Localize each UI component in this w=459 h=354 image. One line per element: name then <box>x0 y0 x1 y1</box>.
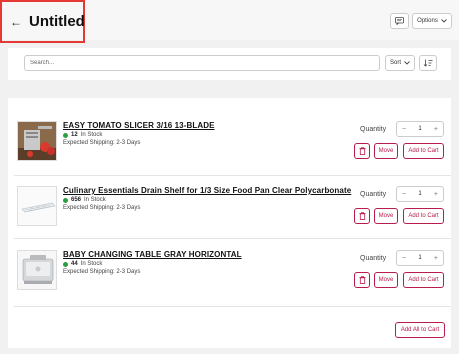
sort-descending-icon <box>423 59 433 67</box>
add-to-cart-button[interactable]: Add to Cart <box>403 208 444 224</box>
search-toolbar: Sort <box>8 48 451 80</box>
title-area: ← Untitled <box>0 0 85 43</box>
sort-dropdown[interactable]: Sort <box>385 55 415 71</box>
comment-button[interactable] <box>390 13 409 29</box>
product-name-link[interactable]: BABY CHANGING TABLE GRAY HORIZONTAL <box>63 250 242 259</box>
stock-count: 12 <box>71 132 78 138</box>
header-bar: ← Untitled Options <box>0 0 459 43</box>
shipping-estimate: Expected Shipping: 2-3 Days <box>63 205 141 211</box>
divider <box>14 238 451 239</box>
delete-button[interactable] <box>354 143 370 159</box>
page-title[interactable]: Untitled <box>29 13 85 30</box>
add-to-cart-button[interactable]: Add to Cart <box>403 143 444 159</box>
options-dropdown[interactable]: Options <box>412 13 452 29</box>
chevron-down-icon <box>441 19 447 23</box>
stock-status: 12 In Stock <box>63 132 102 138</box>
quantity-stepper[interactable]: − 1 + <box>396 121 444 137</box>
list-item: BABY CHANGING TABLE GRAY HORIZONTAL 44 I… <box>8 250 451 312</box>
quantity-stepper[interactable]: − 1 + <box>396 186 444 202</box>
shipping-estimate: Expected Shipping: 2-3 Days <box>63 140 141 146</box>
comment-icon <box>395 17 404 25</box>
stock-count: 656 <box>71 197 82 203</box>
sort-direction-button[interactable] <box>419 55 437 71</box>
stock-text: In Stock <box>84 197 106 203</box>
list-item: EASY TOMATO SLICER 3/16 13-BLADE 12 In S… <box>8 121 451 183</box>
product-image[interactable] <box>17 121 57 161</box>
product-name-link[interactable]: Culinary Essentials Drain Shelf for 1/3 … <box>63 186 351 195</box>
tomato-slicer-image <box>18 122 56 160</box>
minus-icon[interactable]: − <box>402 255 406 262</box>
options-label: Options <box>417 18 438 24</box>
move-button[interactable]: Move <box>374 208 398 224</box>
plus-icon[interactable]: + <box>434 126 438 133</box>
trash-icon <box>359 276 365 284</box>
sort-label: Sort <box>389 60 401 66</box>
stock-text: In Stock <box>80 132 103 138</box>
move-button[interactable]: Move <box>374 143 398 159</box>
shipping-estimate: Expected Shipping: 2-3 Days <box>63 269 141 275</box>
in-stock-dot-icon <box>63 197 68 203</box>
divider <box>14 175 451 176</box>
quantity-value[interactable]: 1 <box>418 255 421 261</box>
quantity-label: Quantity <box>360 255 387 262</box>
move-button[interactable]: Move <box>374 272 398 288</box>
plus-icon[interactable]: + <box>434 255 438 262</box>
in-stock-dot-icon <box>63 261 68 267</box>
wishlist-items: EASY TOMATO SLICER 3/16 13-BLADE 12 In S… <box>8 98 451 348</box>
product-image[interactable] <box>17 250 57 290</box>
quantity-value[interactable]: 1 <box>418 126 421 132</box>
divider <box>14 306 451 307</box>
drain-shelf-image <box>18 187 56 225</box>
minus-icon[interactable]: − <box>402 126 406 133</box>
quantity-label: Quantity <box>360 191 387 198</box>
search-input[interactable] <box>24 55 380 71</box>
quantity-value[interactable]: 1 <box>418 191 421 197</box>
minus-icon[interactable]: − <box>402 191 406 198</box>
delete-button[interactable] <box>354 272 370 288</box>
stock-status: 656 In Stock <box>63 197 106 203</box>
chevron-down-icon <box>404 61 410 65</box>
changing-table-image <box>18 251 56 289</box>
stock-count: 44 <box>71 261 78 267</box>
stock-text: In Stock <box>80 261 103 267</box>
in-stock-dot-icon <box>63 132 68 138</box>
add-all-to-cart-button[interactable]: Add All to Cart <box>395 322 445 338</box>
stock-status: 44 In Stock <box>63 261 102 267</box>
quantity-stepper[interactable]: − 1 + <box>396 250 444 266</box>
back-arrow-icon[interactable]: ← <box>10 16 22 28</box>
product-image[interactable] <box>17 186 57 226</box>
plus-icon[interactable]: + <box>434 191 438 198</box>
trash-icon <box>359 147 365 155</box>
trash-icon <box>359 212 365 220</box>
delete-button[interactable] <box>354 208 370 224</box>
add-to-cart-button[interactable]: Add to Cart <box>403 272 444 288</box>
quantity-label: Quantity <box>360 126 387 133</box>
product-name-link[interactable]: EASY TOMATO SLICER 3/16 13-BLADE <box>63 121 215 130</box>
